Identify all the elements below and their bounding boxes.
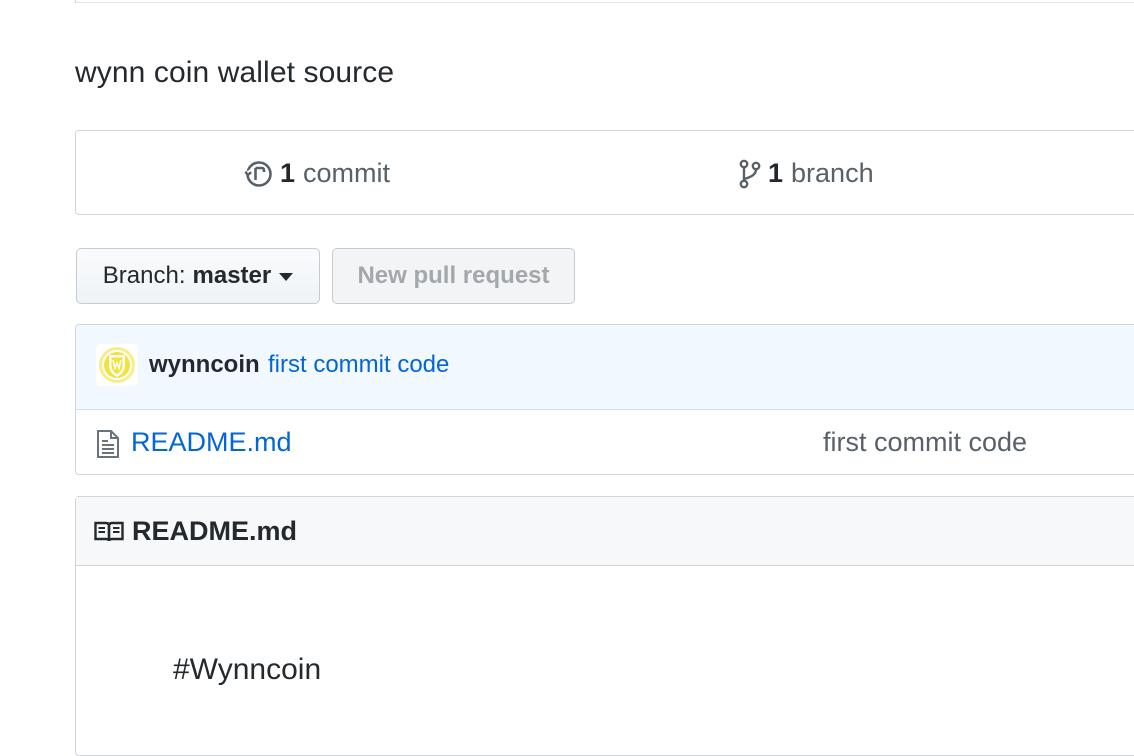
commits-count: 1 (280, 158, 296, 188)
commit-author[interactable]: wynncoin (149, 351, 260, 379)
new-pull-request-button[interactable]: New pull request (332, 248, 575, 304)
file-commit-message[interactable]: first commit code (823, 427, 1027, 458)
file-row[interactable]: README.md first commit code (76, 410, 1134, 474)
file-text-icon (96, 429, 120, 464)
file-name-link[interactable]: README.md (131, 427, 292, 458)
file-list: wynncoin first commit code README.md fir… (75, 324, 1134, 475)
top-divider (75, 0, 1134, 3)
branches-label: branch (791, 158, 874, 188)
caret-down-icon (279, 273, 294, 281)
branch-select-button[interactable]: Branch: master (76, 248, 320, 304)
history-icon (244, 159, 274, 189)
latest-commit-bar: wynncoin first commit code (76, 325, 1134, 410)
branch-name: master (192, 262, 272, 289)
branches-link[interactable]: 1 branch (738, 131, 874, 216)
commits-link[interactable]: 1 commit (244, 131, 390, 216)
git-branch-icon (738, 159, 762, 189)
branch-prefix: Branch: (102, 262, 186, 289)
readme-panel: README.md #Wynncoin (75, 496, 1134, 756)
wynncoin-avatar[interactable] (96, 344, 138, 386)
readme-header: README.md (76, 497, 1134, 566)
commits-label: commit (303, 158, 391, 188)
readme-title: README.md (132, 516, 298, 546)
readme-content: #Wynncoin (173, 653, 322, 686)
repo-description: wynn coin wallet source (75, 56, 395, 89)
branches-count: 1 (768, 158, 784, 188)
book-icon (94, 521, 124, 548)
commit-message-link[interactable]: first commit code (268, 351, 449, 379)
repo-summary-bar: 1 commit 1 branch (75, 130, 1134, 215)
